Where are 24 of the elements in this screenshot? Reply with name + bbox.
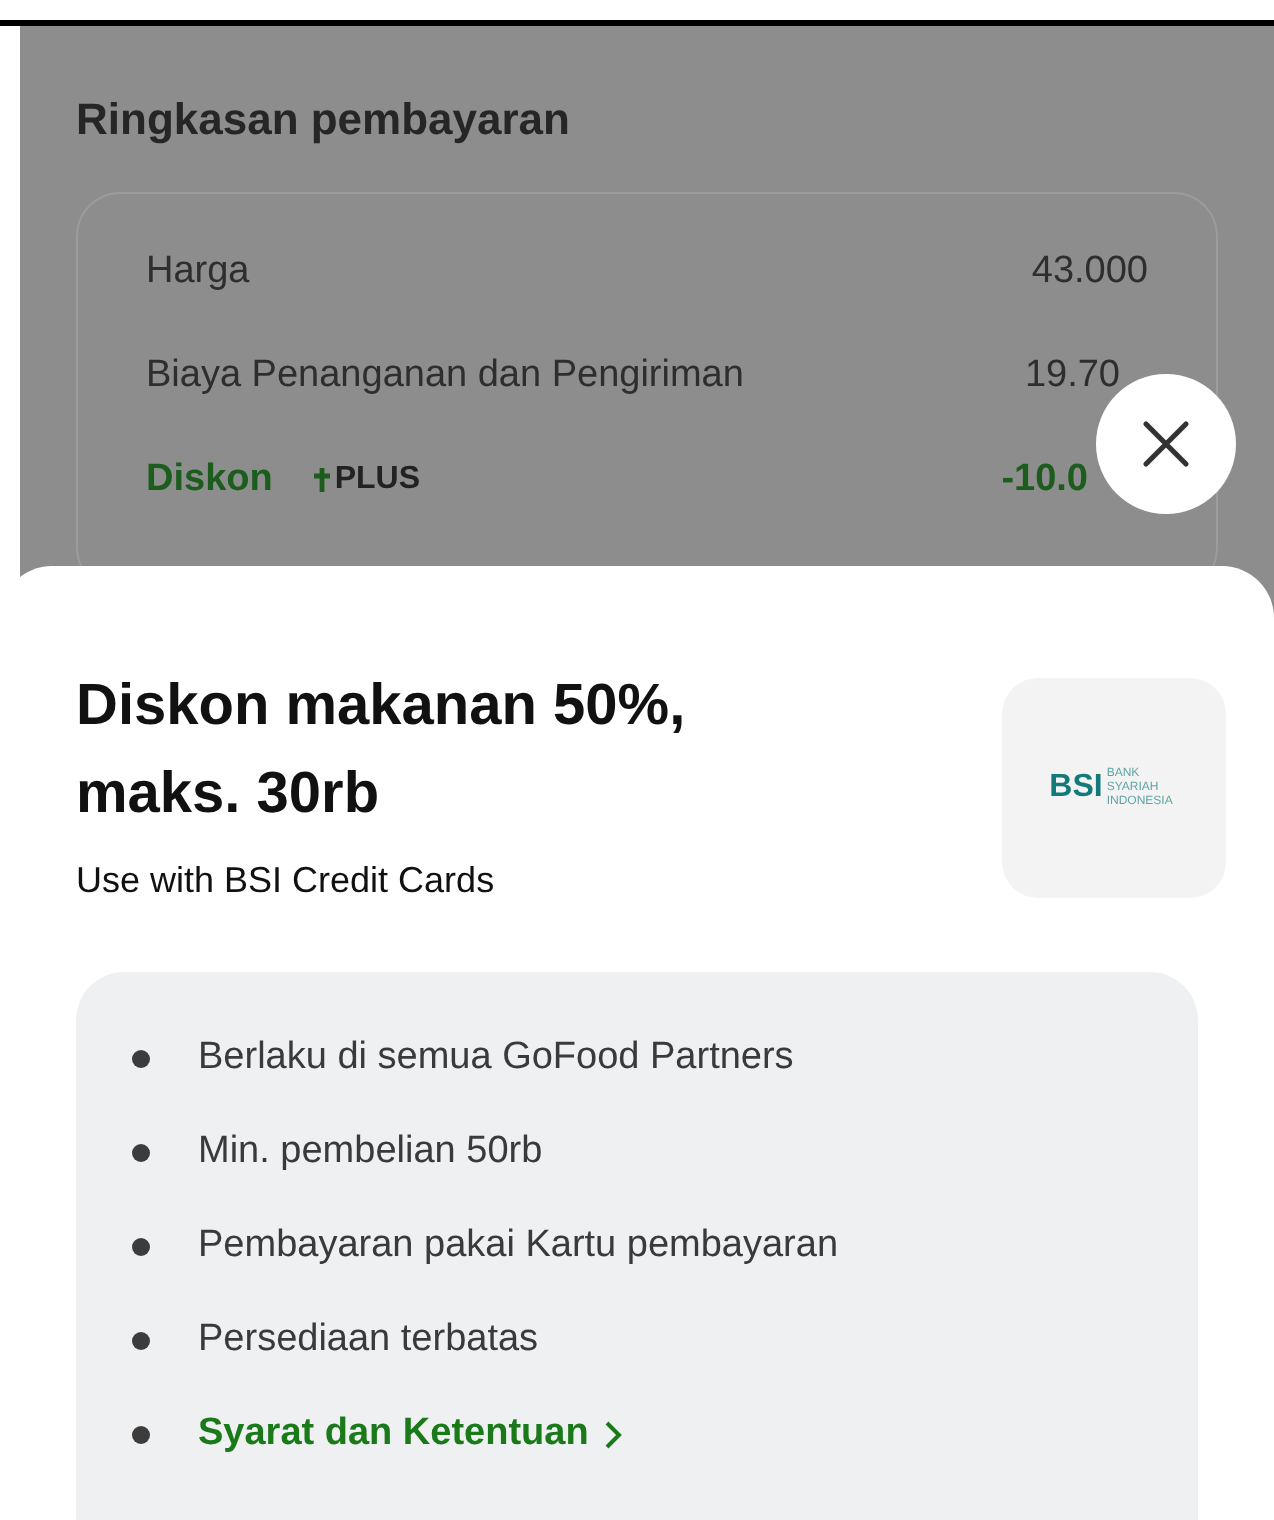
section-title: Ringkasan pembayaran — [76, 92, 572, 148]
terms-link[interactable]: Syarat dan Ketentuan — [198, 1405, 623, 1463]
plus-label: PLUS — [334, 460, 421, 500]
row-label: Harga — [146, 247, 250, 296]
term-text: Persediaan terbatas — [198, 1315, 539, 1364]
bullet-icon — [132, 1331, 150, 1349]
close-icon — [1140, 418, 1192, 470]
offer-title: Diskon makanan 50%, maks. 30rb — [76, 672, 688, 830]
offer-subtitle: Use with BSI Credit Cards — [76, 858, 497, 904]
plus-icon — [312, 468, 333, 492]
discount-label: Diskon — [146, 455, 273, 504]
bullet-icon — [132, 1143, 150, 1161]
term-text: Pembayaran pakai Kartu pembayaran — [198, 1221, 839, 1270]
logo-mark: BSI — [1049, 772, 1103, 804]
chevron-icon — [604, 1419, 623, 1449]
row-value: -10.0 — [1001, 455, 1090, 504]
row-value: 43.000 — [1031, 247, 1148, 296]
bullet-icon — [132, 1425, 150, 1443]
row-label: Biaya Penanganan dan Pengiriman — [146, 351, 744, 400]
bullet-icon — [132, 1049, 150, 1067]
term-text: Min. pembelian 50rb — [198, 1127, 543, 1176]
term-text: Berlaku di semua GoFood Partners — [198, 1033, 794, 1082]
bullet-icon — [132, 1237, 150, 1255]
row-value: 19.70 — [1024, 351, 1122, 400]
